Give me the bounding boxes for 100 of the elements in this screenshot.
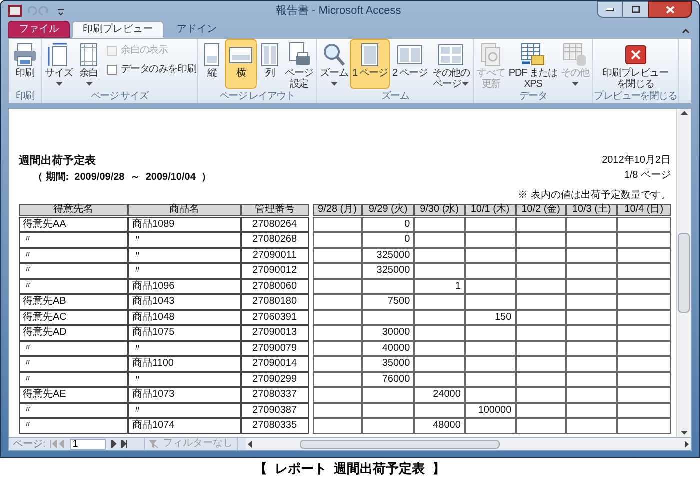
page-number: 1/8 ページ: [624, 169, 671, 183]
ribbon-button[interactable]: 余白: [75, 39, 103, 89]
ribbon-button[interactable]: ズーム: [318, 39, 350, 89]
table-cell: [464, 216, 516, 232]
table-cell: 7500: [362, 294, 414, 310]
horizontal-scrollbar[interactable]: [246, 438, 691, 450]
table-cell: 0: [362, 216, 414, 232]
table-cell: [362, 310, 414, 325]
table-cell: [516, 372, 566, 387]
table-cell: [312, 294, 362, 310]
scroll-thumb[interactable]: [300, 440, 500, 448]
dropdown-caret-icon: [331, 82, 338, 86]
ribbon-tab[interactable]: アドイン: [166, 21, 228, 38]
table-cell: 27090079: [240, 340, 309, 356]
table-cell: [464, 418, 516, 434]
table-cell: [566, 216, 618, 232]
ribbon-group-label: プレビューを閉じる: [594, 91, 678, 103]
close-button[interactable]: [648, 1, 692, 18]
table-cell: [312, 325, 362, 340]
table-cell: [414, 325, 465, 340]
caption: 【 レポート 週間出荷予定表 】: [254, 460, 446, 478]
ribbon-button[interactable]: ページ設定: [283, 39, 316, 89]
table-cell: [414, 232, 465, 248]
table-cell: [312, 372, 362, 387]
table-cell: 〃: [128, 372, 241, 387]
table-cell: 〃: [19, 278, 128, 294]
table-cell: [617, 278, 671, 294]
table-cell: 〃: [19, 232, 128, 248]
quick-access-toolbar-icon[interactable]: [26, 5, 66, 17]
ribbon-button[interactable]: 印刷プレビューを閉じる: [598, 39, 673, 89]
ribbon-tab[interactable]: ファイル: [8, 21, 70, 38]
ribbon-button[interactable]: 縦: [199, 39, 226, 89]
ribbon-button[interactable]: 印刷: [10, 39, 40, 89]
table-cell: 〃: [128, 263, 241, 278]
ribbon-button[interactable]: 2 ページ: [390, 39, 430, 89]
table-cell: 27080268: [240, 232, 309, 248]
table-cell: [414, 263, 465, 278]
table-cell: [566, 418, 618, 434]
table-cell: 150: [464, 310, 516, 325]
ribbon-button[interactable]: PDF または XPS: [507, 39, 560, 89]
table-cell: [464, 294, 516, 310]
ribbon-button[interactable]: その他のページ: [430, 39, 472, 89]
table-cell: 27090013: [240, 325, 309, 340]
table-cell: [566, 278, 618, 294]
report-note: ※ 表内の値は出荷予定数量です。: [518, 188, 671, 202]
table-cell: [362, 418, 414, 434]
table-cell: [617, 356, 671, 372]
minimize-button[interactable]: [597, 1, 623, 18]
table-cell: 48000: [414, 418, 465, 434]
ribbon-button[interactable]: 列: [257, 39, 284, 89]
column-header: 9/30 (水): [414, 204, 465, 216]
ribbon-button[interactable]: 横: [225, 39, 258, 89]
table-cell: 商品1043: [128, 294, 241, 310]
table-cell: 商品1075: [128, 325, 241, 340]
table-cell: [414, 248, 465, 263]
ribbon-button[interactable]: サイズ: [43, 39, 75, 89]
table-cell: [312, 232, 362, 248]
app-icon: [8, 5, 22, 17]
scroll-down-icon[interactable]: [680, 431, 688, 435]
table-cell: [312, 248, 362, 263]
table-cell: [362, 402, 414, 418]
table-cell: [566, 325, 618, 340]
table-cell: 27060391: [240, 310, 309, 325]
checkbox[interactable]: [107, 64, 117, 74]
table-cell: 27080264: [240, 216, 309, 232]
table-cell: [312, 402, 362, 418]
table-cell: [516, 325, 566, 340]
table-cell: 27080335: [240, 418, 309, 434]
table-cell: [414, 402, 465, 418]
scroll-up-icon[interactable]: [680, 111, 688, 115]
table-cell: [617, 340, 671, 356]
vertical-scrollbar[interactable]: [676, 109, 691, 437]
table-cell: 35000: [362, 356, 414, 372]
table-cell: 27090014: [240, 356, 309, 372]
table-cell: [516, 402, 566, 418]
scroll-left-icon[interactable]: [248, 440, 252, 448]
report-title: 週間出荷予定表: [19, 154, 97, 169]
table-cell: [566, 387, 618, 402]
dropdown-caret-icon: [462, 82, 470, 86]
checkbox-label: データのみを印刷: [121, 62, 196, 77]
table-cell: 商品1073: [128, 387, 241, 402]
ribbon-button[interactable]: 1 ページ: [350, 39, 390, 89]
table-cell: [617, 232, 671, 248]
collapse-ribbon-icon[interactable]: [682, 28, 690, 34]
table-cell: 27090387: [240, 402, 309, 418]
scroll-thumb[interactable]: [678, 233, 690, 313]
ribbon-tab[interactable]: 印刷プレビュー: [72, 21, 164, 38]
table-cell: [566, 263, 618, 278]
maximize-button[interactable]: [623, 1, 648, 18]
table-cell: [566, 340, 618, 356]
table-cell: [312, 340, 362, 356]
page-number-field[interactable]: 1: [70, 438, 106, 450]
table-cell: 27090011: [240, 248, 309, 263]
table-cell: [566, 402, 618, 418]
column-header: 10/2 (金): [516, 204, 566, 216]
column-header: 9/29 (火): [362, 204, 414, 216]
page-label: ページ:: [12, 438, 47, 450]
dropdown-caret-icon: [56, 82, 63, 86]
table-cell: [516, 340, 566, 356]
scroll-right-icon[interactable]: [684, 440, 689, 448]
